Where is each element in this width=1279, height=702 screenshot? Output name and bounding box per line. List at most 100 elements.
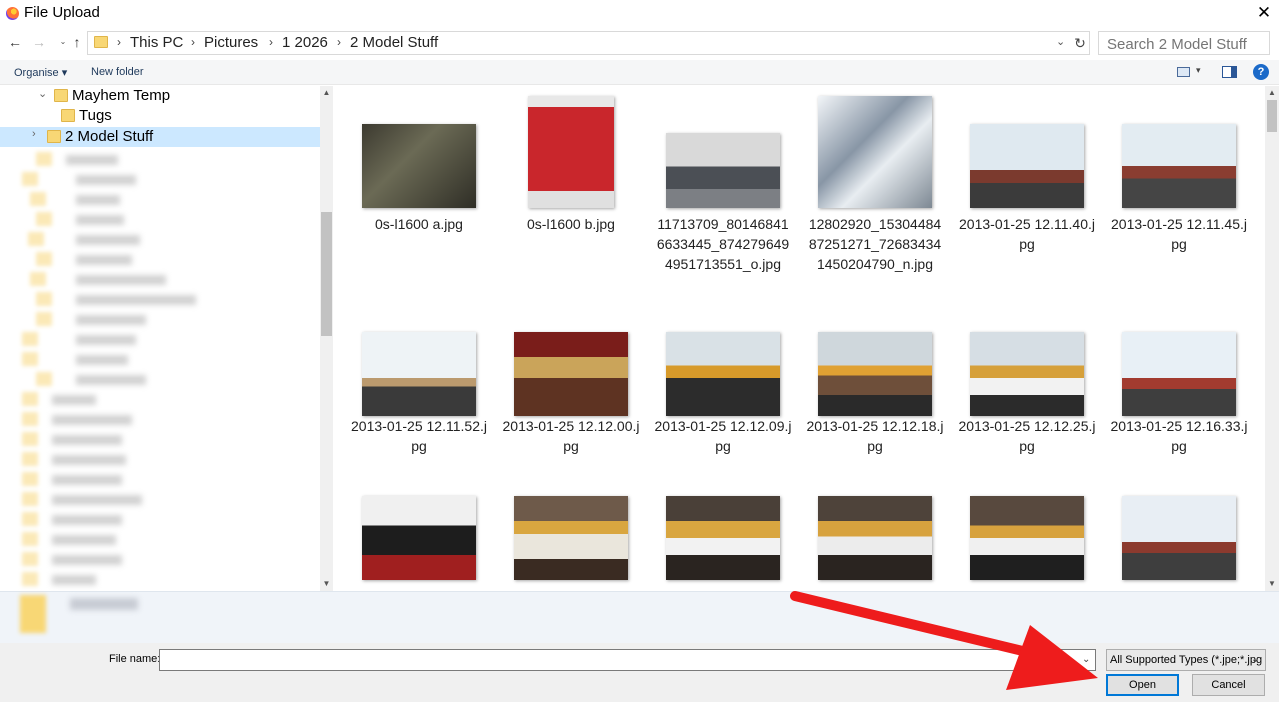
scroll-down-arrow-icon[interactable]: ▼ <box>320 577 333 591</box>
file-tile[interactable]: 12802920_1530448487251271_72683434145020… <box>806 86 944 306</box>
refresh-icon[interactable]: ↻ <box>1071 31 1089 55</box>
file-name-label: File name: <box>109 653 161 665</box>
folder-icon <box>36 252 52 266</box>
file-type-select[interactable]: All Supported Types (*.jpe;*.jpg <box>1106 649 1266 671</box>
image-thumbnail <box>514 496 628 580</box>
chevron-down-icon[interactable]: ⌄ <box>38 87 47 100</box>
file-name-label: 2013-01-25 12.12.18.jpg <box>806 418 944 454</box>
image-thumbnail <box>1122 124 1236 208</box>
redacted-label <box>52 435 122 445</box>
view-options-chevron-icon[interactable]: ▾ <box>1196 65 1201 76</box>
folder-icon <box>54 89 68 102</box>
breadcrumb-separator[interactable]: › <box>191 35 195 49</box>
breadcrumb-separator[interactable]: › <box>269 35 273 49</box>
cancel-button[interactable]: Cancel <box>1192 674 1265 696</box>
redacted-label <box>76 215 124 225</box>
address-bar[interactable]: › This PC › Pictures › 1 2026 › 2 Model … <box>87 31 1090 55</box>
change-view-icon[interactable] <box>1177 67 1190 77</box>
file-tile[interactable]: 2013-01-25 12.11.40.jpg <box>958 86 1096 306</box>
tree-item-mayhem-temp[interactable]: ⌄ Mayhem Temp <box>0 86 320 106</box>
scroll-up-arrow-icon[interactable]: ▲ <box>1265 86 1279 100</box>
image-thumbnail <box>818 332 932 416</box>
scroll-up-arrow-icon[interactable]: ▲ <box>320 86 333 100</box>
tree-item-2-model-stuff[interactable]: › 2 Model Stuff <box>0 127 320 147</box>
file-tile[interactable]: 2013-01-25 12.12.18.jpg <box>806 312 944 478</box>
file-tile[interactable]: 11713709_801468416633445_874279649495171… <box>654 86 792 306</box>
image-thumbnail <box>970 124 1084 208</box>
bottom-bar: File name: ⌄ All Supported Types (*.jpe;… <box>0 643 1279 702</box>
file-tile[interactable]: 0s-l1600 b.jpg <box>502 86 640 306</box>
up-arrow-icon[interactable]: ↑ <box>68 31 86 53</box>
search-input[interactable] <box>1098 31 1270 55</box>
folder-icon <box>22 332 38 346</box>
file-tile[interactable]: 2013-01-25 12.12.09.jpg <box>654 312 792 478</box>
redacted-label <box>76 255 132 265</box>
file-name-label: 0s-l1600 a.jpg <box>375 216 463 232</box>
help-icon[interactable]: ? <box>1253 64 1269 80</box>
file-tile[interactable]: 2013-01-25 12.12.00.jpg <box>502 312 640 478</box>
new-folder-button[interactable]: New folder <box>91 66 144 78</box>
breadcrumb-pictures[interactable]: Pictures <box>204 34 258 51</box>
image-thumbnail <box>666 133 780 208</box>
file-tile[interactable] <box>502 484 640 591</box>
breadcrumb-separator[interactable]: › <box>337 35 341 49</box>
navigation-scrollbar[interactable] <box>320 86 333 591</box>
navigation-scrollbar-thumb[interactable] <box>321 212 332 336</box>
image-thumbnail <box>362 124 476 208</box>
breadcrumb-1-2026[interactable]: 1 2026 <box>282 34 328 51</box>
breadcrumb-2-model-stuff[interactable]: 2 Model Stuff <box>350 34 438 51</box>
folder-icon <box>30 192 46 206</box>
file-tile[interactable]: 0s-l1600 a.jpg <box>350 86 488 306</box>
redacted-label <box>52 455 126 465</box>
redacted-tree-item <box>22 392 116 406</box>
scroll-down-arrow-icon[interactable]: ▼ <box>1265 577 1279 591</box>
file-list-scrollbar[interactable] <box>1265 86 1279 591</box>
image-thumbnail <box>666 496 780 580</box>
file-name-label: 12802920_1530448487251271_72683434145020… <box>808 216 942 272</box>
file-tile[interactable] <box>654 484 792 591</box>
image-thumbnail <box>970 332 1084 416</box>
folder-icon <box>30 272 46 286</box>
folder-icon <box>36 372 52 386</box>
preview-pane-icon[interactable] <box>1222 66 1237 78</box>
redacted-tree-item <box>36 152 138 166</box>
file-tile[interactable]: 2013-01-25 12.12.25.jpg <box>958 312 1096 478</box>
close-button[interactable]: ✕ <box>1252 2 1276 24</box>
file-tile[interactable]: 2013-01-25 12.11.45.jpg <box>1110 86 1248 306</box>
file-tile[interactable]: 2013-01-25 12.11.52.jpg <box>350 312 488 478</box>
file-name-label: 2013-01-25 12.11.52.jpg <box>351 418 487 454</box>
redacted-label <box>66 155 118 165</box>
back-arrow-icon[interactable]: ← <box>6 31 24 53</box>
tree-item-label: Mayhem Temp <box>72 87 171 104</box>
navigation-pane: ⌄ Mayhem Temp Tugs › 2 Model Stuff <box>0 86 333 591</box>
redacted-tree-item <box>22 352 148 366</box>
folder-icon <box>22 492 38 506</box>
file-tile[interactable] <box>1110 484 1248 591</box>
redacted-details-text <box>70 598 138 610</box>
open-button[interactable]: Open <box>1106 674 1179 696</box>
file-tile[interactable]: 2013-01-25 12.16.33.jpg <box>1110 312 1248 478</box>
tree-item-tugs[interactable]: Tugs <box>0 106 320 126</box>
file-name-dropdown-icon[interactable]: ⌄ <box>1082 654 1090 665</box>
breadcrumb-this-pc[interactable]: This PC <box>130 34 183 51</box>
tree-item-label: 2 Model Stuff <box>65 128 154 145</box>
folder-icon <box>22 512 38 526</box>
redacted-tree-item <box>22 552 142 566</box>
file-list-scrollbar-thumb[interactable] <box>1267 100 1277 132</box>
organise-button[interactable]: Organise ▾ <box>14 66 67 79</box>
folder-icon <box>22 532 38 546</box>
file-name-input[interactable] <box>159 649 1096 671</box>
chevron-right-icon[interactable]: › <box>32 128 36 140</box>
redacted-label <box>52 495 142 505</box>
forward-arrow-icon[interactable]: → <box>30 31 48 53</box>
file-name-label: 2013-01-25 12.16.33.jpg <box>1110 418 1248 454</box>
redacted-label <box>76 315 146 325</box>
image-thumbnail <box>1122 332 1236 416</box>
file-type-chevron-icon[interactable]: ⌄ <box>1251 654 1259 665</box>
address-dropdown-icon[interactable]: ⌄ <box>1056 35 1065 48</box>
file-tile[interactable] <box>350 484 488 591</box>
file-tile[interactable] <box>958 484 1096 591</box>
firefox-icon <box>6 7 19 20</box>
file-tile[interactable] <box>806 484 944 591</box>
image-thumbnail <box>528 96 614 208</box>
